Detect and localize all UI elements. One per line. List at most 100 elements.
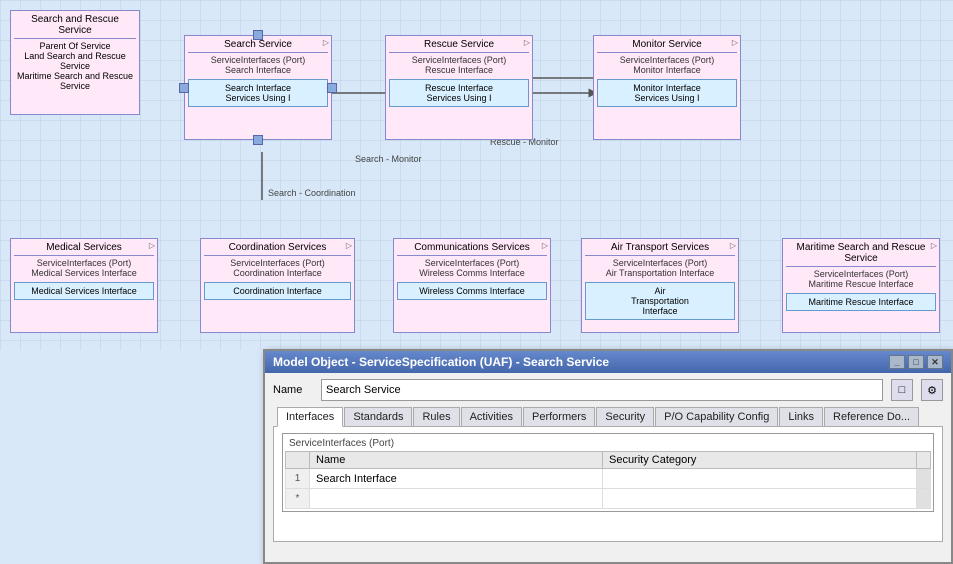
inner-search[interactable]: Search Interface Services Using I [188, 79, 328, 107]
scrollbar-cell-1 [917, 469, 931, 489]
box-subtitle: ServiceInterfaces (Port) [397, 258, 547, 268]
name-icon-btn-1[interactable]: □ [891, 379, 913, 401]
tab-rules[interactable]: Rules [413, 407, 459, 426]
box-subtitle: ServiceInterfaces (Port) [14, 258, 154, 268]
inner-rescue[interactable]: Rescue Interface Services Using I [389, 79, 529, 107]
tabs-row: Interfaces Standards Rules Activities Pe… [273, 407, 943, 427]
col-security: Security Category [602, 452, 916, 469]
name-row: Name □ ⚙ [273, 379, 943, 401]
diagram-canvas: Search - Monitor Rescue - Monitor Search… [0, 0, 953, 350]
box-iface: Rescue Interface [389, 65, 529, 75]
modal-title: Model Object - ServiceSpecification (UAF… [273, 355, 609, 369]
uml-box-search-service[interactable]: ▷ Search Service ServiceInterfaces (Port… [184, 35, 332, 140]
box-title-air-transport: Air Transport Services [585, 242, 735, 256]
box-subtitle: ServiceInterfaces (Port) [786, 269, 936, 279]
inner-monitor[interactable]: Monitor Interface Services Using I [597, 79, 737, 107]
uml-box-medical-services[interactable]: ▷ Medical Services ServiceInterfaces (Po… [10, 238, 158, 333]
box-title-search-rescue: Search and Rescue Service [14, 14, 136, 39]
box-item: Maritime Search and Rescue Service [14, 71, 136, 91]
box-corner-icon: ▷ [732, 38, 738, 47]
row-name-empty[interactable] [310, 489, 603, 509]
interfaces-table: Name Security Category 1 Search Interfac… [285, 451, 931, 509]
col-name: Name [310, 452, 603, 469]
col-num [286, 452, 310, 469]
inner-comms[interactable]: Wireless Comms Interface [397, 282, 547, 300]
box-iface: Maritime Rescue Interface [786, 279, 936, 289]
box-subtitle: ServiceInterfaces (Port) [188, 55, 328, 65]
inner-maritime[interactable]: Maritime Rescue Interface [786, 293, 936, 311]
svg-text:Search - Monitor: Search - Monitor [355, 154, 422, 164]
uml-box-rescue-service[interactable]: ▷ Rescue Service ServiceInterfaces (Port… [385, 35, 533, 140]
box-title-communications: Communications Services [397, 242, 547, 256]
modal-body: Name □ ⚙ Interfaces Standards Rules Acti… [265, 373, 951, 548]
uml-box-maritime-search-rescue[interactable]: ▷ Maritime Search and Rescue Service Ser… [782, 238, 940, 333]
maximize-button[interactable]: □ [908, 355, 924, 369]
scrollbar-cell-empty [917, 489, 931, 509]
tab-standards[interactable]: Standards [344, 407, 412, 426]
row-num-empty: * [286, 489, 310, 509]
box-item: Parent Of Service [14, 41, 136, 51]
row-num-1: 1 [286, 469, 310, 489]
name-input[interactable] [321, 379, 883, 401]
row-name-1[interactable]: Search Interface [310, 469, 603, 489]
box-corner-icon: ▷ [542, 241, 548, 250]
tab-performers[interactable]: Performers [523, 407, 595, 426]
box-title-maritime: Maritime Search and Rescue Service [786, 242, 936, 267]
table-row[interactable]: 1 Search Interface [286, 469, 931, 489]
tab-security[interactable]: Security [596, 407, 654, 426]
box-iface: Air Transportation Interface [585, 268, 735, 278]
modal-titlebar: Model Object - ServiceSpecification (UAF… [265, 351, 951, 373]
uml-box-search-rescue[interactable]: Search and Rescue Service Parent Of Serv… [10, 10, 140, 115]
inner-medical[interactable]: Medical Services Interface [14, 282, 154, 300]
box-corner-icon: ▷ [346, 241, 352, 250]
box-subtitle: ServiceInterfaces (Port) [204, 258, 351, 268]
box-corner-icon: ▷ [931, 241, 937, 250]
box-title-search-service: Search Service [188, 39, 328, 53]
box-corner-icon: ▷ [730, 241, 736, 250]
anchor-left [179, 83, 189, 93]
box-iface: Monitor Interface [597, 65, 737, 75]
box-subtitle: ServiceInterfaces (Port) [585, 258, 735, 268]
scrollbar-header [917, 452, 931, 469]
box-subtitle: ServiceInterfaces (Port) [597, 55, 737, 65]
service-interfaces-group: ServiceInterfaces (Port) Name Security C… [282, 433, 934, 512]
tab-interfaces[interactable]: Interfaces [277, 407, 343, 427]
box-corner-icon: ▷ [149, 241, 155, 250]
box-iface: Wireless Comms Interface [397, 268, 547, 278]
name-label: Name [273, 384, 313, 396]
box-iface: Medical Services Interface [14, 268, 154, 278]
tab-activities[interactable]: Activities [461, 407, 522, 426]
box-iface: Coordination Interface [204, 268, 351, 278]
modal-titlebar-buttons: _ □ ✕ [889, 355, 943, 369]
box-subtitle: ServiceInterfaces (Port) [389, 55, 529, 65]
group-title: ServiceInterfaces (Port) [285, 436, 931, 451]
anchor-top [253, 30, 263, 40]
box-item: Land Search and Rescue Service [14, 51, 136, 71]
anchor-bottom [253, 135, 263, 145]
inner-air[interactable]: Air Transportation Interface [585, 282, 735, 320]
modal-dialog[interactable]: Model Object - ServiceSpecification (UAF… [263, 349, 953, 564]
row-security-empty[interactable] [602, 489, 916, 509]
uml-box-communications-services[interactable]: ▷ Communications Services ServiceInterfa… [393, 238, 551, 333]
tab-links[interactable]: Links [779, 407, 823, 426]
close-button[interactable]: ✕ [927, 355, 943, 369]
tab-po-capability[interactable]: P/O Capability Config [655, 407, 778, 426]
box-title-medical: Medical Services [14, 242, 154, 256]
box-title-coordination: Coordination Services [204, 242, 351, 256]
tab-content-interfaces: ServiceInterfaces (Port) Name Security C… [273, 427, 943, 542]
tab-reference[interactable]: Reference Do... [824, 407, 919, 426]
uml-box-air-transport[interactable]: ▷ Air Transport Services ServiceInterfac… [581, 238, 739, 333]
box-corner-icon: ▷ [524, 38, 530, 47]
uml-box-coordination-services[interactable]: ▷ Coordination Services ServiceInterface… [200, 238, 355, 333]
uml-box-monitor-service[interactable]: ▷ Monitor Service ServiceInterfaces (Por… [593, 35, 741, 140]
box-iface: Search Interface [188, 65, 328, 75]
anchor-right [327, 83, 337, 93]
box-corner-icon: ▷ [323, 38, 329, 47]
name-icon-btn-2[interactable]: ⚙ [921, 379, 943, 401]
box-title-rescue-service: Rescue Service [389, 39, 529, 53]
row-security-1[interactable] [602, 469, 916, 489]
table-row-empty[interactable]: * [286, 489, 931, 509]
inner-coordination[interactable]: Coordination Interface [204, 282, 351, 300]
minimize-button[interactable]: _ [889, 355, 905, 369]
box-title-monitor-service: Monitor Service [597, 39, 737, 53]
